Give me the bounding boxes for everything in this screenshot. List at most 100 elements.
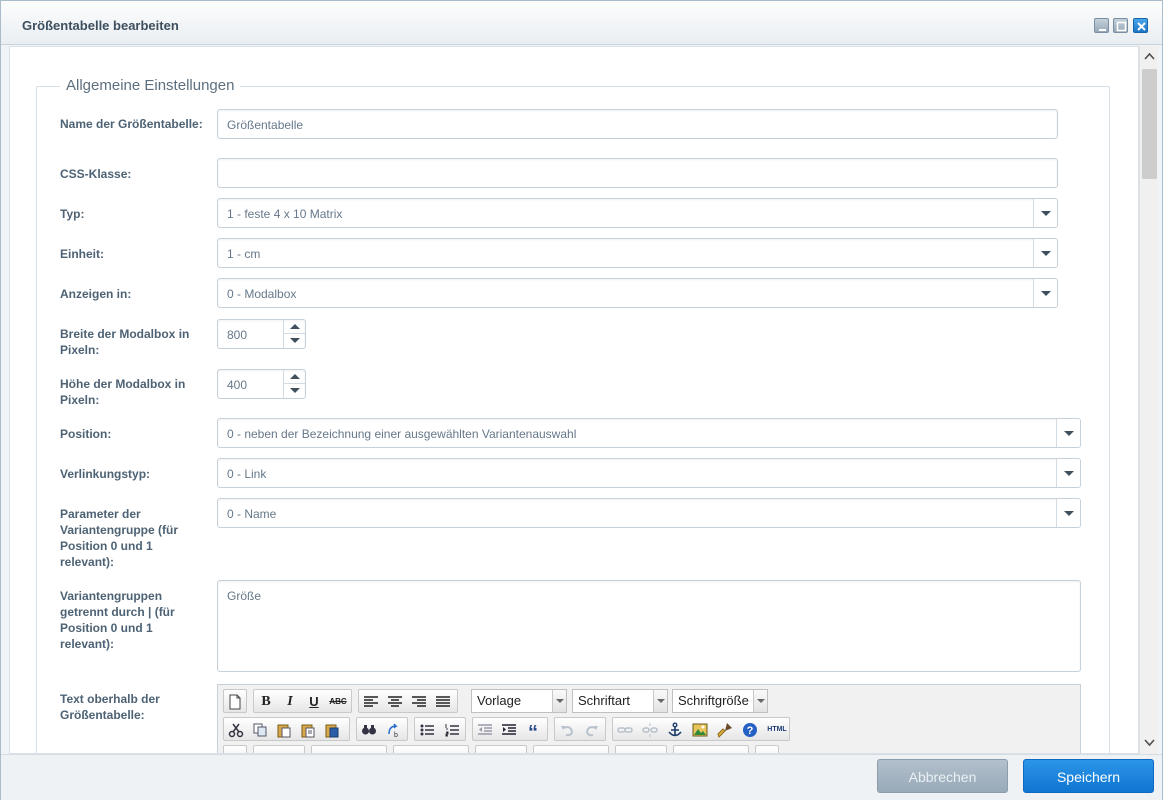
font-size-select[interactable]: Schriftgröße — [672, 689, 768, 713]
indent-icon[interactable] — [499, 720, 519, 740]
chevron-down-icon[interactable] — [1033, 279, 1057, 307]
anzeigen-select[interactable]: 0 - Modalbox — [217, 278, 1058, 308]
editor-toolbar-row-3 — [223, 745, 1073, 753]
save-button[interactable]: Speichern — [1023, 759, 1154, 793]
chevron-down-icon[interactable] — [552, 690, 566, 712]
typ-select[interactable]: 1 - feste 4 x 10 Matrix — [217, 198, 1058, 228]
cancel-button[interactable]: Abbrechen — [877, 759, 1008, 793]
position-select[interactable]: 0 - neben der Bezeichnung einer ausgewäh… — [217, 418, 1081, 448]
vertical-scrollbar[interactable] — [1139, 46, 1158, 754]
bold-icon[interactable]: B — [256, 692, 276, 712]
breite-stepper-value: 800 — [227, 328, 248, 342]
parameter-select[interactable]: 0 - Name — [217, 498, 1081, 528]
paste-text-icon[interactable] — [298, 720, 318, 740]
hoehe-stepper[interactable]: 400 — [217, 369, 306, 399]
format-select[interactable]: Vorlage — [471, 689, 567, 713]
close-button[interactable] — [1133, 18, 1148, 33]
align-left-icon[interactable] — [361, 692, 381, 712]
typ-select-value: 1 - feste 4 x 10 Matrix — [227, 207, 343, 221]
chevron-down-icon[interactable] — [1033, 239, 1057, 267]
image-icon[interactable] — [690, 720, 710, 740]
align-right-icon[interactable] — [409, 692, 429, 712]
parameter-select-value: 0 - Name — [227, 507, 277, 521]
toolbar-group-document — [223, 689, 247, 713]
html-source-icon[interactable]: HTML — [765, 720, 789, 740]
chevron-down-icon[interactable] — [1033, 199, 1057, 227]
toolbar-group-history — [554, 717, 606, 741]
copy-icon[interactable] — [250, 720, 270, 740]
undo-icon[interactable] — [557, 720, 577, 740]
outdent-icon[interactable] — [475, 720, 495, 740]
scroll-down-arrow-icon[interactable] — [1144, 737, 1155, 748]
chevron-down-icon[interactable] — [753, 690, 767, 712]
cut-icon[interactable] — [226, 720, 246, 740]
css-class-input[interactable] — [217, 158, 1058, 188]
typ-label: Typ: — [60, 207, 85, 221]
font-select[interactable]: Schriftart — [572, 689, 668, 713]
toolbar-group-align — [358, 689, 458, 713]
maximize-icon — [1116, 21, 1127, 32]
toolbar-group-insert: ? HTML — [612, 717, 790, 741]
dialog-title: Größentabelle bearbeiten — [22, 18, 179, 33]
help-icon[interactable]: ? — [740, 720, 760, 740]
verlinkung-select[interactable]: 0 - Link — [217, 458, 1081, 488]
text-oberhalb-label: Text oberhalb der Größentabelle: — [60, 692, 160, 722]
bullet-list-icon[interactable] — [417, 720, 437, 740]
variantengruppen-label: Variantengruppen getrennt durch | (für P… — [60, 589, 175, 651]
new-document-icon[interactable] — [225, 692, 245, 712]
redo-icon[interactable] — [582, 720, 602, 740]
decrement-arrow-icon[interactable] — [284, 334, 305, 348]
cleanup-icon[interactable] — [715, 720, 735, 740]
font-select-value: Schriftart — [578, 693, 631, 708]
strikethrough-icon[interactable]: ABC — [328, 692, 348, 712]
minimize-icon — [1099, 29, 1106, 31]
toolbar-group-row3-a — [223, 745, 247, 753]
einheit-select[interactable]: 1 - cm — [217, 238, 1058, 268]
minimize-button[interactable] — [1094, 18, 1109, 33]
scroll-up-arrow-icon[interactable] — [1144, 51, 1155, 62]
link-icon[interactable] — [615, 720, 635, 740]
svg-text:b: b — [394, 732, 398, 738]
align-center-icon[interactable] — [385, 692, 405, 712]
hoehe-spinner — [283, 370, 305, 398]
paste-word-icon[interactable] — [322, 720, 342, 740]
italic-icon[interactable]: I — [280, 692, 300, 712]
position-select-value: 0 - neben der Bezeichnung einer ausgewäh… — [227, 427, 577, 441]
maximize-button[interactable] — [1113, 18, 1128, 33]
chevron-down-icon[interactable] — [1056, 459, 1080, 487]
dialog-window: Größentabelle bearbeiten Allgemeine Eins… — [0, 0, 1163, 800]
css-class-label: CSS-Klasse: — [60, 167, 132, 181]
toolbar-group-format: B I U ABC — [253, 689, 352, 713]
title-bar[interactable]: Größentabelle bearbeiten — [1, 1, 1162, 45]
blockquote-icon[interactable]: “ — [523, 720, 543, 744]
anchor-icon[interactable] — [665, 720, 685, 740]
chevron-down-icon[interactable] — [1056, 419, 1080, 447]
rich-text-editor: B I U ABC Vorlage Schriftart Schriftgröß… — [217, 684, 1081, 753]
dialog-footer: Abbrechen Speichern — [1, 754, 1162, 800]
editor-toolbar-row-2: b “ ? HTML — [223, 717, 1073, 744]
toolbar-group-row3-g — [615, 745, 667, 753]
editor-toolbar-row-1: B I U ABC Vorlage Schriftart Schriftgröß… — [223, 689, 1073, 713]
name-input[interactable]: Größentabelle — [217, 109, 1058, 139]
name-input-value: Größentabelle — [227, 118, 304, 132]
format-select-value: Vorlage — [477, 693, 522, 708]
variantengruppen-textarea[interactable]: Größe — [217, 580, 1081, 672]
increment-arrow-icon[interactable] — [284, 370, 305, 384]
replace-icon[interactable]: b — [384, 720, 404, 740]
breite-stepper[interactable]: 800 — [217, 319, 306, 349]
paste-icon[interactable] — [274, 720, 294, 740]
toolbar-group-row3-d — [393, 745, 469, 753]
numbered-list-icon[interactable] — [442, 720, 462, 740]
chevron-down-icon[interactable] — [1056, 499, 1080, 527]
unlink-icon[interactable] — [640, 720, 660, 740]
decrement-arrow-icon[interactable] — [284, 384, 305, 398]
toolbar-group-row3-i — [755, 745, 779, 753]
einheit-label: Einheit: — [60, 247, 104, 261]
chevron-down-icon[interactable] — [653, 690, 667, 712]
underline-icon[interactable]: U — [304, 692, 324, 712]
scrollbar-thumb[interactable] — [1142, 69, 1157, 179]
position-label: Position: — [60, 427, 112, 441]
increment-arrow-icon[interactable] — [284, 320, 305, 334]
find-icon[interactable] — [359, 720, 379, 740]
justify-icon[interactable] — [433, 692, 453, 712]
